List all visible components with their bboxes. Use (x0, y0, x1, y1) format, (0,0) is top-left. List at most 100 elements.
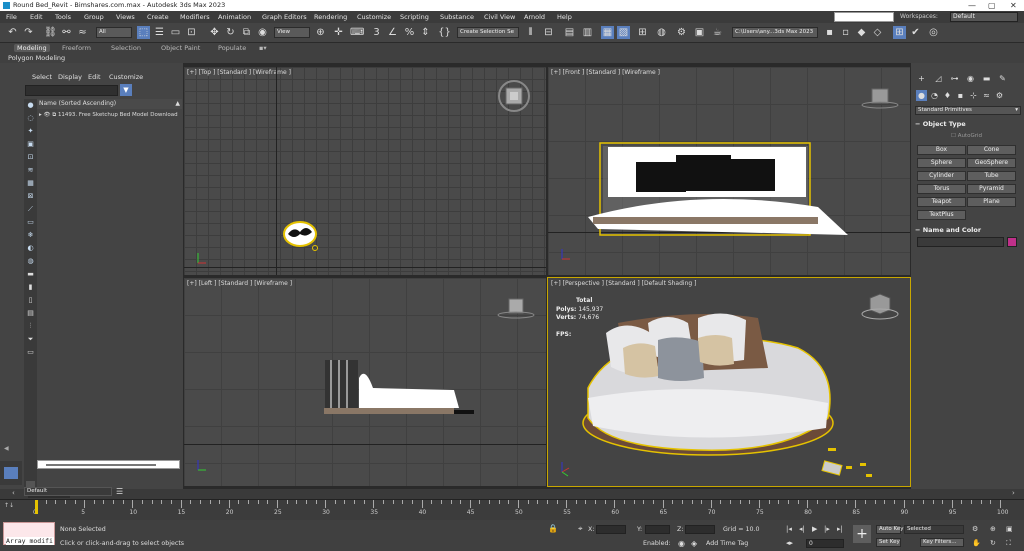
arnold-render-icon[interactable]: ◆ (855, 26, 868, 39)
tab-populate[interactable]: Populate (218, 44, 246, 52)
previous-frame-icon[interactable]: ◂| (799, 525, 805, 533)
geosphere-button[interactable]: GeoSphere (967, 158, 1016, 168)
mini-curve-editor-icon[interactable]: ↑↓ (4, 502, 14, 509)
display-shapes-icon[interactable]: ◌ (26, 114, 35, 123)
ribbon-options-icon[interactable]: ▪▾ (259, 44, 267, 52)
angle-snap-icon[interactable]: ∠ (386, 26, 399, 39)
toggle-ribbon-icon[interactable]: ▦ (601, 26, 614, 39)
hierarchy-tab-icon[interactable]: ⊶ (949, 73, 960, 84)
substance-check-icon[interactable]: ✔ (909, 26, 922, 39)
y-coordinate-field[interactable] (645, 525, 670, 534)
explorer-menu-customize[interactable]: Customize (109, 73, 143, 81)
layer-dropdown[interactable]: Default (24, 487, 112, 496)
percent-snap-icon[interactable]: % (403, 26, 416, 39)
time-slider[interactable]: ‹ 0 / 100 › (0, 489, 1024, 499)
viewport-layout-icon[interactable]: ⊞ (893, 26, 906, 39)
sphere-button[interactable]: Sphere (917, 158, 966, 168)
close-icon[interactable]: ✕ (1010, 0, 1017, 11)
layer-manager-icon[interactable]: ☰ (116, 487, 123, 496)
create-tab-icon[interactable]: + (916, 73, 927, 84)
user-account-field[interactable] (834, 12, 894, 22)
maximize-icon[interactable]: ▢ (988, 0, 996, 11)
collapse-arrow-icon[interactable]: ◀ (4, 445, 14, 453)
pivot-center-icon[interactable]: ⊕ (314, 26, 327, 39)
next-frame-icon[interactable]: › (1012, 489, 1015, 497)
arnold-ipr-icon[interactable]: ◇ (871, 26, 884, 39)
reference-coordinate-dropdown[interactable]: View (274, 27, 310, 38)
display-geometry-icon[interactable]: ● (26, 101, 35, 110)
viewport-top[interactable]: [+] [Top ] [Standard ] [Wireframe ] (184, 67, 546, 275)
menu-create[interactable]: Create (147, 11, 169, 23)
rotate-icon[interactable]: ↻ (224, 26, 237, 39)
viewcube-front[interactable] (861, 88, 899, 109)
pyramid-button[interactable]: Pyramid (967, 184, 1016, 194)
display-none-icon[interactable]: ▬ (26, 270, 35, 279)
track-bar[interactable]: ↑↓ 0510152025303540455055606570758085909… (0, 499, 1024, 520)
set-key-button[interactable]: Set Key (876, 538, 901, 547)
tab-selection[interactable]: Selection (111, 44, 141, 52)
modify-tab-icon[interactable]: ◿ (933, 73, 944, 84)
helpers-category-icon[interactable]: ⊹ (968, 90, 979, 101)
explorer-column-header[interactable]: Name (Sorted Ascending) ▲ (37, 99, 182, 109)
curve-editor-icon[interactable]: ▧ (617, 26, 630, 39)
box-button[interactable]: Box (917, 145, 966, 155)
filter-icon[interactable]: ▼ (120, 84, 132, 96)
material-editor-icon[interactable]: ◍ (655, 26, 668, 39)
display-containers-icon[interactable]: ▭ (26, 218, 35, 227)
explorer-menu-display[interactable]: Display (58, 73, 82, 81)
menu-views[interactable]: Views (116, 11, 135, 23)
mirror-icon[interactable]: ⫴ (524, 26, 537, 39)
display-tab-icon[interactable]: ▬ (981, 73, 992, 84)
display-all-icon[interactable]: ◍ (26, 257, 35, 266)
snaps-toggle-icon[interactable]: 3 (370, 26, 383, 39)
menu-arnold[interactable]: Arnold (524, 11, 545, 23)
tab-modeling[interactable]: Modeling (14, 44, 50, 52)
menu-animation[interactable]: Animation (218, 11, 251, 23)
selection-lock-icon[interactable]: 🔒 (548, 524, 558, 533)
layer-icon[interactable]: ▭ (26, 348, 35, 357)
menu-help[interactable]: Help (557, 11, 572, 23)
pan-icon[interactable]: ✋ (972, 539, 981, 547)
maxscript-listener[interactable]: Array modifi (3, 522, 55, 545)
display-cameras-icon[interactable]: ▣ (26, 140, 35, 149)
spacewarps-category-icon[interactable]: ≈ (981, 90, 992, 101)
menu-edit[interactable]: Edit (30, 11, 43, 23)
keyboard-shortcut-icon[interactable]: ⌨ (350, 26, 364, 39)
utilities-tab-icon[interactable]: ✎ (997, 73, 1008, 84)
viewcube-top[interactable] (498, 80, 530, 112)
edit-named-selection-icon[interactable]: {} (438, 26, 451, 39)
display-bones-icon[interactable]: ⟋ (26, 205, 35, 214)
scale-icon[interactable]: ⧉ (240, 26, 253, 39)
place-icon[interactable]: ◉ (256, 26, 269, 39)
zoom-icon[interactable]: ⊕ (990, 525, 996, 533)
explorer-tab-icon[interactable] (4, 467, 18, 479)
move-icon[interactable]: ✥ (208, 26, 221, 39)
rendered-frame-window-icon[interactable]: ▣ (693, 26, 706, 39)
orbit-icon[interactable]: ↻ (990, 539, 996, 547)
key-set-dropdown[interactable]: Selected (904, 525, 964, 534)
redo-icon[interactable]: ↷ (22, 26, 35, 39)
primitive-category-dropdown[interactable]: Standard Primitives ▾ (915, 106, 1021, 115)
select-manipulate-icon[interactable]: ✛ (332, 26, 345, 39)
invert-display-icon[interactable]: ▮ (26, 283, 35, 292)
undo-icon[interactable]: ↶ (6, 26, 19, 39)
go-to-start-icon[interactable]: |◂ (786, 525, 792, 533)
time-tag-icon[interactable]: ◈ (691, 539, 697, 548)
viewport-front[interactable]: [+] [Front ] [Standard ] [Wireframe ] (548, 67, 910, 275)
bed-front-view[interactable] (588, 142, 848, 236)
prev-frame-icon[interactable]: ‹ (12, 489, 15, 497)
cone-button[interactable]: Cone (967, 145, 1016, 155)
lights-category-icon[interactable]: ♦ (942, 90, 953, 101)
viewport-left[interactable]: [+] [Left ] [Standard ] [Wireframe ] (184, 278, 546, 486)
workspaces-dropdown[interactable]: Default (950, 12, 1018, 22)
object-name-input[interactable] (917, 237, 1004, 247)
select-object-icon[interactable]: ⬚ (137, 26, 150, 39)
tab-freeform[interactable]: Freeform (62, 44, 91, 52)
menu-tools[interactable]: Tools (55, 11, 71, 23)
minimize-icon[interactable]: — (968, 0, 976, 11)
named-selection-dropdown[interactable]: Create Selection Se (457, 27, 519, 38)
menu-customize[interactable]: Customize (357, 11, 391, 23)
adaptive-degradation-icon[interactable]: ◉ (678, 539, 685, 548)
tube-button[interactable]: Tube (967, 171, 1016, 181)
rectangular-selection-icon[interactable]: ▭ (169, 26, 182, 39)
